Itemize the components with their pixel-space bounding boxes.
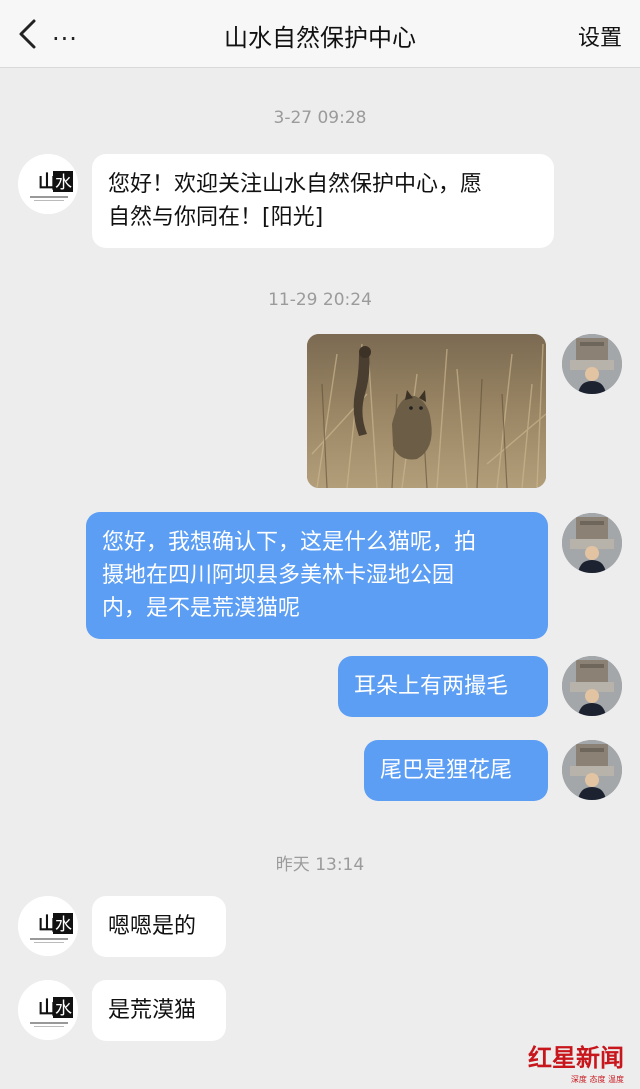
- news-watermark: 红星新闻 深度 态度 温度: [528, 1038, 624, 1084]
- timestamp: 3-27 09:28: [273, 108, 367, 128]
- message-line: 内，是不是荒漠猫呢: [102, 596, 301, 621]
- org-logo-text-2: 水: [55, 173, 72, 193]
- message-line: 您好！欢迎关注山水自然保护中心，愿: [108, 172, 483, 197]
- user-avatar[interactable]: [562, 334, 622, 394]
- message-line: 自然与你同在！[阳光]: [108, 205, 324, 230]
- org-avatar[interactable]: 山 水: [18, 896, 78, 956]
- message-line: 您好，我想确认下，这是什么猫呢，拍: [102, 530, 477, 555]
- org-logo-icon: 山 水: [18, 980, 78, 1040]
- org-logo-icon: 山 水: [18, 154, 78, 214]
- user-avatar-photo: [562, 334, 622, 394]
- message-line: 尾巴是狸花尾: [380, 758, 513, 783]
- message-line: 嗯嗯是的: [108, 914, 197, 939]
- user-avatar-photo: [562, 513, 622, 573]
- settings-button[interactable]: 设置: [578, 20, 622, 52]
- org-logo-icon: 山 水: [18, 896, 78, 956]
- timestamp: 昨天 13:14: [275, 855, 365, 875]
- message-bubble-received[interactable]: 嗯嗯是的: [92, 896, 226, 957]
- org-avatar[interactable]: 山 水: [18, 980, 78, 1040]
- message-bubble-sent[interactable]: 您好，我想确认下，这是什么猫呢，拍 摄地在四川阿坝县多美林卡湿地公园 内，是不是…: [86, 512, 548, 639]
- org-avatar[interactable]: 山 水: [18, 154, 78, 214]
- org-logo-text-2: 水: [55, 999, 72, 1019]
- top-bar: ... 山水自然保护中心 设置: [0, 0, 640, 68]
- user-avatar-photo: [562, 740, 622, 800]
- chat-title: 山水自然保护中心: [224, 24, 416, 52]
- message-bubble-sent[interactable]: 尾巴是狸花尾: [364, 740, 548, 801]
- cat-photo: [307, 334, 546, 488]
- watermark-logo-text: 红星新闻: [528, 1043, 624, 1072]
- message-bubble-received[interactable]: 是荒漠猫: [92, 980, 226, 1041]
- message-bubble-received[interactable]: 您好！欢迎关注山水自然保护中心，愿 自然与你同在！[阳光]: [92, 154, 554, 248]
- user-avatar[interactable]: [562, 513, 622, 573]
- message-line: 是荒漠猫: [108, 998, 197, 1023]
- timestamp: 11-29 20:24: [268, 290, 372, 310]
- message-line: 耳朵上有两撮毛: [354, 674, 509, 699]
- org-logo-text-2: 水: [55, 915, 72, 935]
- image-message[interactable]: [307, 334, 546, 488]
- message-bubble-sent[interactable]: 耳朵上有两撮毛: [338, 656, 548, 717]
- watermark-slogan: 深度 态度 温度: [570, 1075, 624, 1084]
- user-avatar[interactable]: [562, 656, 622, 716]
- user-avatar[interactable]: [562, 740, 622, 800]
- message-line: 摄地在四川阿坝县多美林卡湿地公园: [102, 563, 455, 588]
- user-avatar-photo: [562, 656, 622, 716]
